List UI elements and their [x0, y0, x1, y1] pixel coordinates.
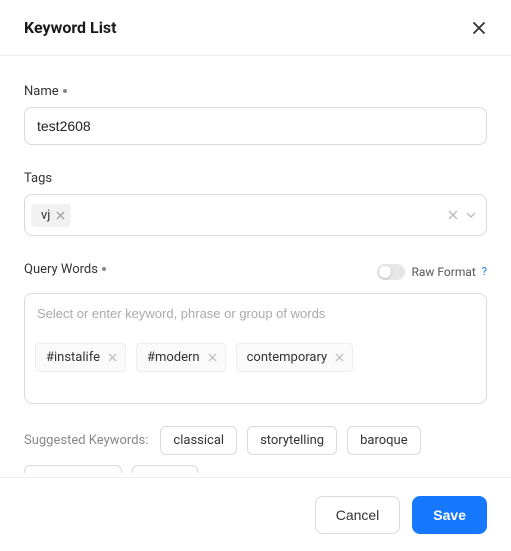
close-button[interactable] [471, 20, 487, 36]
keyword-remove-icon[interactable] [208, 353, 217, 362]
tag-label: vj [41, 208, 50, 223]
keyword-chip: #instalife [35, 343, 126, 372]
help-icon[interactable]: ? [482, 265, 487, 278]
chevron-down-icon[interactable] [466, 210, 476, 220]
cancel-button[interactable]: Cancel [315, 496, 401, 534]
suggested-chip[interactable]: literary [132, 465, 197, 473]
query-words-header: Query Words Raw Format ? [24, 258, 487, 285]
modal-header: Keyword List [0, 0, 511, 56]
tags-clear-icon[interactable] [448, 210, 458, 220]
tag-remove-icon[interactable] [56, 211, 65, 220]
toggle-knob [379, 266, 391, 278]
save-button[interactable]: Save [412, 496, 487, 534]
raw-format-toggle[interactable] [377, 264, 405, 280]
close-icon [471, 20, 487, 36]
suggested-chip[interactable]: architectural [24, 465, 122, 473]
suggested-chip[interactable]: classical [160, 426, 237, 455]
suggested-chip[interactable]: storytelling [247, 426, 337, 455]
suggested-keywords: Suggested Keywords: classical storytelli… [24, 426, 487, 473]
tags-field: Tags vj [24, 167, 487, 236]
keyword-chip: contemporary [236, 343, 354, 372]
tag-chip: vj [31, 204, 71, 227]
raw-format-wrap: Raw Format ? [377, 264, 487, 280]
keyword-label: contemporary [247, 350, 328, 365]
keyword-chip: #modern [136, 343, 226, 372]
suggested-label: Suggested Keywords: [24, 433, 148, 448]
query-words-field: Query Words Raw Format ? #instalife #mod… [24, 258, 487, 404]
keyword-label: #instalife [46, 350, 100, 365]
modal-body: Name Tags vj Query Words [0, 56, 511, 473]
name-field: Name [24, 80, 487, 145]
modal-title: Keyword List [24, 18, 117, 37]
query-words-label: Query Words [24, 262, 98, 277]
required-dot [63, 89, 67, 93]
keyword-remove-icon[interactable] [108, 353, 117, 362]
raw-format-label: Raw Format [411, 265, 475, 279]
modal-footer: Cancel Save [0, 477, 511, 551]
tags-label: Tags [24, 171, 52, 186]
query-words-chips: #instalife #modern contemporary [25, 333, 486, 403]
suggested-chip[interactable]: baroque [347, 426, 421, 455]
keyword-remove-icon[interactable] [335, 353, 344, 362]
tags-select[interactable]: vj [24, 194, 487, 236]
name-input[interactable] [24, 107, 487, 145]
query-words-box: #instalife #modern contemporary [24, 293, 487, 404]
required-dot [102, 267, 106, 271]
query-words-input[interactable] [25, 294, 486, 333]
keyword-label: #modern [147, 350, 200, 365]
name-label: Name [24, 84, 59, 99]
